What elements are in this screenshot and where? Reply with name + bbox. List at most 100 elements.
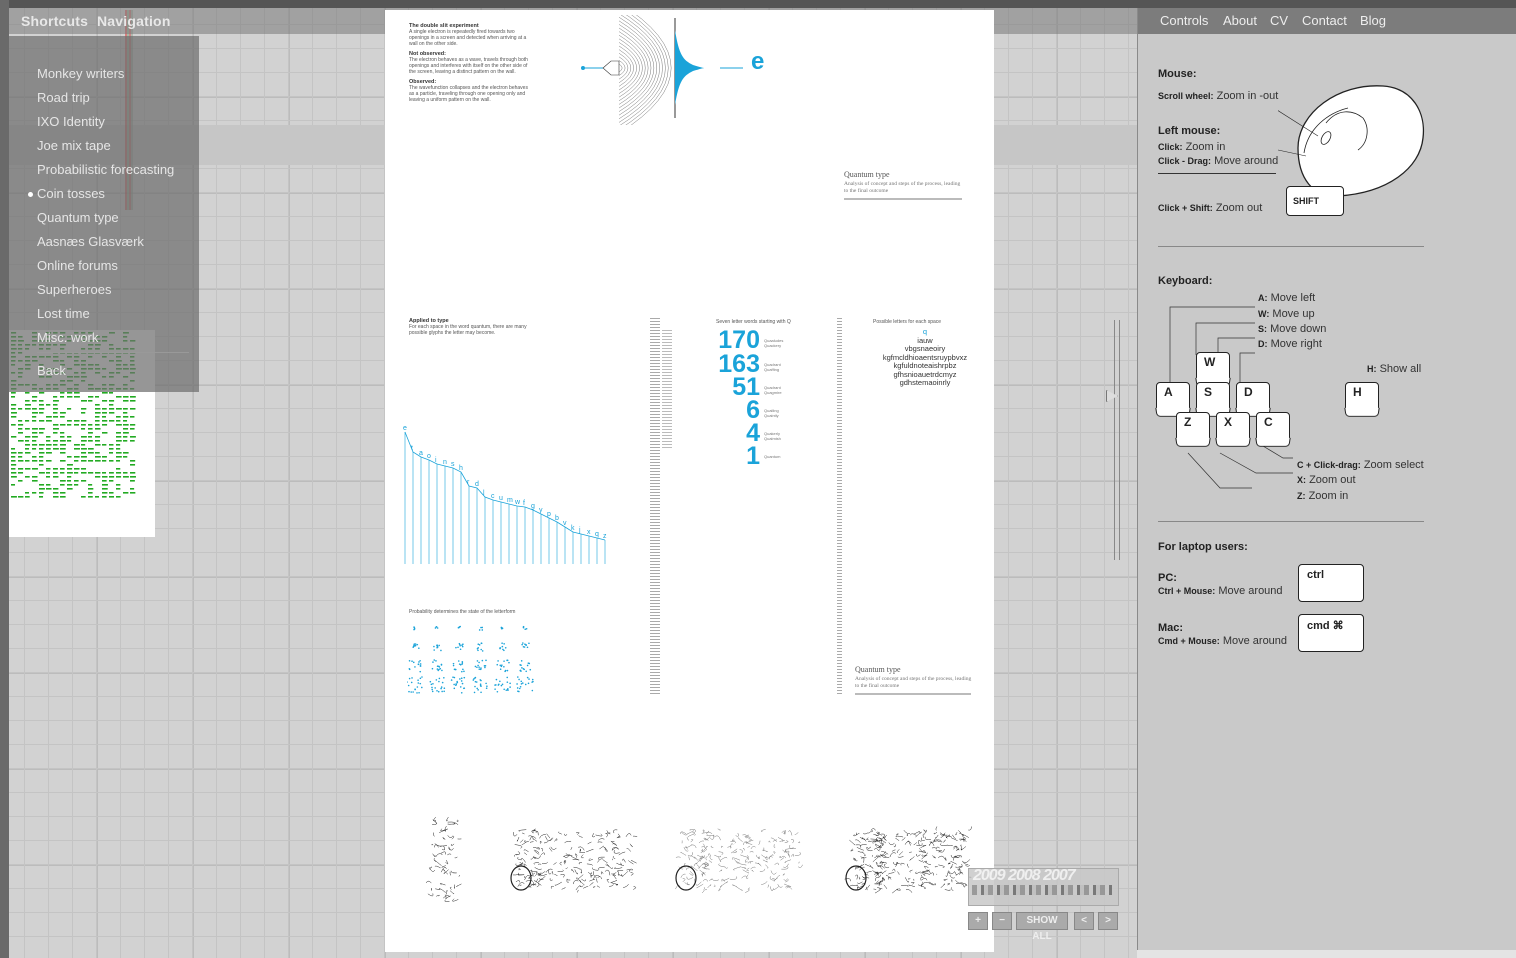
nav-item[interactable]: Online forums bbox=[37, 258, 174, 282]
word-list-column-2 bbox=[662, 330, 672, 450]
scribble-stroke bbox=[862, 832, 869, 835]
scribble-stroke bbox=[540, 852, 545, 855]
nav-item[interactable]: Lost time bbox=[37, 306, 174, 330]
scribble-stroke bbox=[915, 871, 921, 874]
scroll-row: Scroll wheel: Zoom in -out bbox=[1158, 90, 1278, 102]
green-dash bbox=[123, 456, 128, 458]
nav-item[interactable]: Superheroes bbox=[37, 282, 174, 306]
green-dash bbox=[25, 420, 30, 422]
green-dash bbox=[53, 432, 58, 434]
nav-item[interactable]: IXO Identity bbox=[37, 114, 174, 138]
letterform-dot bbox=[440, 686, 443, 688]
zoom-in-button[interactable]: + bbox=[968, 912, 988, 930]
nav-cv[interactable]: CV bbox=[1270, 13, 1288, 28]
navigation-tab[interactable]: Navigation bbox=[97, 13, 171, 29]
nav-blog[interactable]: Blog bbox=[1360, 13, 1386, 28]
scribble-stroke bbox=[629, 843, 633, 848]
letterform-dot bbox=[517, 690, 519, 693]
green-dash bbox=[39, 460, 44, 462]
letterform-dot bbox=[525, 628, 528, 630]
scribble-stroke bbox=[932, 855, 936, 859]
show-all-button[interactable]: SHOW ALL bbox=[1016, 912, 1068, 942]
scribble-stroke bbox=[597, 841, 603, 844]
zoom-out-button[interactable]: − bbox=[992, 912, 1012, 930]
nav-controls[interactable]: Controls bbox=[1160, 13, 1208, 28]
scribble-stroke bbox=[512, 872, 519, 876]
green-dash bbox=[116, 444, 121, 446]
nav-item[interactable]: Monkey writers bbox=[37, 66, 174, 90]
letterform-dot bbox=[457, 660, 460, 662]
scribble-stroke bbox=[623, 884, 629, 888]
green-dash bbox=[53, 416, 59, 418]
scribble-stroke bbox=[746, 867, 750, 872]
green-dash bbox=[74, 396, 80, 398]
next-button[interactable]: > bbox=[1098, 912, 1118, 930]
scribble-stroke bbox=[597, 856, 605, 861]
green-dash bbox=[46, 444, 52, 446]
green-dash bbox=[60, 444, 66, 446]
count-label: Quagmire bbox=[764, 390, 782, 395]
nav-item[interactable]: Coin tosses bbox=[27, 186, 174, 210]
letterform-dot bbox=[433, 649, 435, 651]
letterform-dot bbox=[453, 683, 455, 686]
letterform-dot bbox=[440, 649, 442, 652]
scribble-stroke bbox=[449, 886, 452, 890]
letterform-dot bbox=[504, 670, 506, 673]
wave-arc bbox=[618, 27, 652, 109]
green-dash bbox=[11, 392, 16, 394]
freq-letter: f bbox=[523, 500, 525, 507]
green-dash bbox=[60, 436, 65, 438]
letterform-dot bbox=[441, 690, 443, 693]
green-dash bbox=[81, 420, 87, 422]
nav-contact[interactable]: Contact bbox=[1302, 13, 1347, 28]
scribble-stroke bbox=[592, 867, 599, 871]
letterform-dot bbox=[517, 676, 519, 678]
scribble-stroke bbox=[572, 858, 580, 861]
green-dash bbox=[25, 404, 31, 406]
letterform-dot bbox=[461, 644, 463, 646]
nav-item[interactable]: Joe mix tape bbox=[37, 138, 174, 162]
back-link[interactable]: Back bbox=[37, 363, 66, 378]
letterform-dot bbox=[528, 678, 530, 680]
green-dash bbox=[46, 448, 51, 450]
scribble-stroke bbox=[439, 883, 446, 886]
letterform-dot bbox=[497, 660, 499, 662]
zoom-slider-track[interactable] bbox=[1106, 320, 1120, 560]
green-dash bbox=[46, 420, 52, 422]
green-dash bbox=[116, 416, 121, 418]
shortcuts-tab[interactable]: Shortcuts bbox=[21, 13, 88, 29]
x-key: X: bbox=[1297, 475, 1306, 485]
nav-item[interactable]: Road trip bbox=[37, 90, 174, 114]
scribble-stroke bbox=[518, 829, 527, 832]
green-dash bbox=[18, 452, 23, 454]
green-dash bbox=[102, 492, 108, 494]
scribble-stroke bbox=[549, 878, 553, 881]
scribble-stroke bbox=[441, 845, 445, 851]
prev-button[interactable]: < bbox=[1074, 912, 1094, 930]
shift-key-label: SHIFT bbox=[1293, 196, 1319, 206]
green-dash bbox=[74, 468, 80, 470]
green-dash bbox=[81, 468, 87, 470]
green-dash bbox=[130, 480, 135, 482]
letterform-dot bbox=[480, 626, 482, 629]
green-dash bbox=[102, 420, 108, 422]
nav-item[interactable]: Quantum type bbox=[37, 210, 174, 234]
scribble-stroke bbox=[561, 887, 566, 890]
scribble-stroke bbox=[682, 878, 686, 882]
green-dash bbox=[130, 492, 136, 494]
poster-page[interactable]: The double slit experiment A single elec… bbox=[385, 10, 994, 952]
nav-item[interactable]: Probabilistic forecasting bbox=[37, 162, 174, 186]
letterform-dot bbox=[419, 682, 422, 685]
nav-item[interactable]: Misc. work bbox=[37, 330, 174, 354]
caption-sub-1: Analysis of concept and steps of the pro… bbox=[844, 181, 961, 194]
nav-item[interactable]: Aasnæs Glasværk bbox=[37, 234, 174, 258]
scribble-stroke bbox=[921, 881, 928, 887]
nav-about[interactable]: About bbox=[1223, 13, 1257, 28]
freq-letter: n bbox=[443, 459, 447, 466]
green-dash bbox=[88, 448, 94, 450]
green-dash bbox=[109, 412, 115, 414]
timeline-minimap[interactable]: 2009 2008 2007 bbox=[968, 867, 1119, 906]
scribble-stroke bbox=[775, 875, 781, 880]
green-dash bbox=[39, 428, 45, 430]
green-dash bbox=[39, 488, 45, 490]
